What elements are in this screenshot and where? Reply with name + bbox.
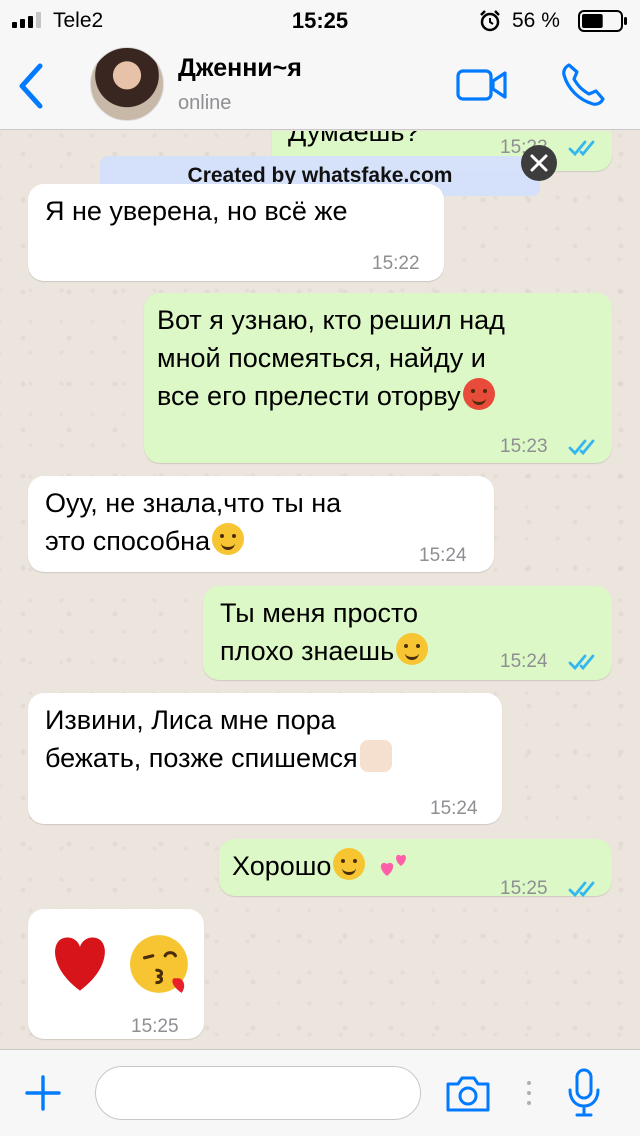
- message-bubble-incoming[interactable]: Извини, Лиса мне пора бежать, позже спиш…: [28, 693, 502, 824]
- message-text: Думаешь?: [288, 131, 420, 147]
- contact-avatar[interactable]: [90, 47, 164, 121]
- message-text: Хорошо: [232, 847, 411, 885]
- status-bar: Tele2 15:25 56 %: [0, 0, 640, 40]
- contact-name[interactable]: Дженни~я: [178, 54, 302, 83]
- voice-call-icon[interactable]: [560, 62, 606, 108]
- smirking-face-icon: [396, 633, 429, 665]
- chat-header: Дженни~я online: [0, 40, 640, 130]
- yum-face-icon: [333, 848, 366, 880]
- worried-face-icon: [212, 523, 245, 555]
- message-time: 15:24: [419, 545, 467, 566]
- battery-icon: [578, 10, 627, 32]
- plus-icon[interactable]: [24, 1074, 62, 1112]
- back-chevron-icon[interactable]: [14, 62, 48, 110]
- message-time: 15:22: [372, 253, 420, 274]
- read-receipt-icon: [568, 881, 595, 898]
- read-receipt-icon: [568, 439, 595, 456]
- message-bubble-outgoing[interactable]: Вот я узнаю, кто решил над мной посмеять…: [144, 293, 612, 463]
- message-bubble-outgoing[interactable]: Хорошо 15:25: [219, 839, 612, 899]
- message-bubble-outgoing[interactable]: Ты меня просто плохо знаешь 15:24: [203, 586, 612, 680]
- message-bubble-incoming[interactable]: 15:25: [28, 909, 204, 1039]
- battery-percent: 56 %: [512, 9, 560, 32]
- message-time: 15:24: [500, 651, 548, 672]
- angry-face-icon: [462, 378, 495, 410]
- two-hearts-icon: [380, 854, 406, 876]
- ok-hand-icon: [359, 740, 392, 772]
- alarm-icon: [480, 10, 500, 32]
- video-call-icon[interactable]: [456, 68, 508, 102]
- kissing-face-heart-icon: [130, 935, 188, 993]
- message-input-bar: [0, 1049, 640, 1136]
- camera-icon[interactable]: [444, 1074, 492, 1114]
- read-receipt-icon: [568, 654, 595, 671]
- contact-status: online: [178, 92, 232, 114]
- message-time: 15:23: [500, 436, 548, 457]
- message-text: Оуу, не знала,что ты на это способна: [45, 488, 342, 556]
- message-time: 15:25: [131, 1016, 179, 1037]
- read-receipt-icon: [568, 140, 595, 157]
- message-text: Извини, Лиса мне пора бежать, позже спиш…: [45, 701, 392, 777]
- red-heart-icon: [55, 937, 105, 991]
- message-time: 15:24: [430, 798, 478, 819]
- message-time: 15:25: [500, 878, 548, 899]
- message-text: Вот я узнаю, кто решил над мной посмеять…: [157, 305, 505, 411]
- chat-area[interactable]: Думаешь? 15:22 Created by whatsfake.com …: [0, 131, 640, 1049]
- message-bubble-incoming[interactable]: Оуу, не знала,что ты на это способна 15:…: [28, 476, 494, 572]
- message-input[interactable]: [95, 1066, 421, 1120]
- more-dots-icon: [527, 1081, 531, 1105]
- message-text: Ты меня просто плохо знаешь: [220, 594, 429, 670]
- close-icon[interactable]: [521, 145, 557, 181]
- message-text: Я не уверена, но всё же: [45, 196, 348, 226]
- microphone-icon[interactable]: [566, 1068, 602, 1118]
- message-bubble-incoming[interactable]: Я не уверена, но всё же 15:22: [28, 184, 444, 281]
